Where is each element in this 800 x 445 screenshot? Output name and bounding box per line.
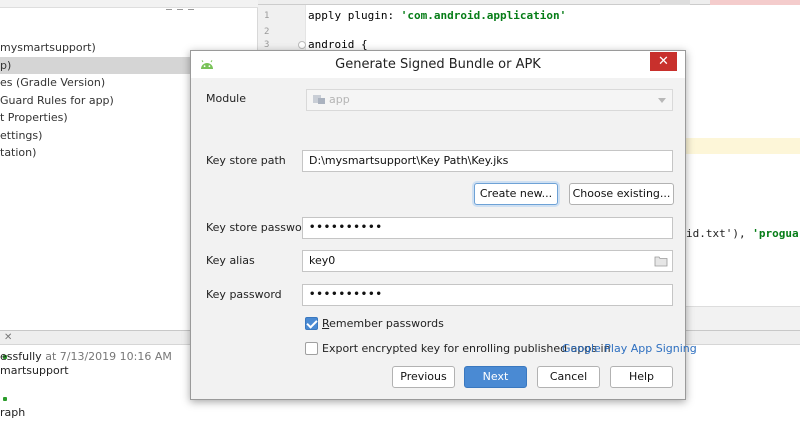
code-line-partial: id.txt'), 'proguar: [686, 226, 800, 242]
editor-tab-modified[interactable]: [710, 0, 800, 5]
remember-passwords-checkbox[interactable]: [305, 317, 318, 330]
line-number: 1: [264, 11, 270, 21]
code-string: 'proguar: [752, 227, 800, 240]
fold-marker-icon[interactable]: [298, 41, 306, 49]
build-status-time: at 7/13/2019 10:16 AM: [41, 350, 172, 363]
key-alias-input[interactable]: key0: [302, 250, 673, 272]
create-new-button[interactable]: Create new...: [474, 183, 558, 205]
tree-item-label: Guard Rules for app): [0, 93, 114, 107]
key-store-path-input[interactable]: D:\mysmartsupport\Key Path\Key.jks: [302, 150, 673, 172]
build-project-row[interactable]: martsupport: [0, 363, 69, 379]
code-plain: apply plugin:: [308, 9, 401, 22]
key-store-password-input[interactable]: ••••••••••: [302, 217, 673, 239]
module-folder-icon: [313, 95, 325, 104]
tree-item-label: tation): [0, 146, 37, 159]
remember-passwords-label[interactable]: Remember passwords: [322, 316, 444, 332]
folder-icon[interactable]: [654, 255, 668, 267]
tree-item-label: t Properties): [0, 111, 68, 124]
help-button[interactable]: Help: [610, 366, 673, 388]
build-status-text: essfully: [0, 350, 42, 363]
close-button[interactable]: ✕: [650, 52, 677, 71]
module-label: Module: [206, 92, 246, 105]
code-text: apply plugin: 'com.android.application': [308, 8, 566, 24]
key-alias-label: Key alias: [206, 254, 255, 267]
build-project-name: martsupport: [0, 364, 69, 377]
tree-item-label: mysmartsupport): [0, 41, 96, 54]
code-string: 'com.android.application': [400, 9, 567, 22]
editor-tab[interactable]: [660, 0, 690, 5]
cancel-button[interactable]: Cancel: [537, 366, 600, 388]
chevron-down-icon: [658, 98, 666, 103]
choose-existing-button[interactable]: Choose existing...: [569, 183, 674, 205]
next-button[interactable]: Next: [464, 366, 527, 388]
editor-tab-bar: [258, 0, 800, 5]
key-alias-value: key0: [309, 254, 336, 267]
dialog-titlebar[interactable]: Generate Signed Bundle or APK ✕: [191, 51, 685, 78]
generate-signed-dialog: Generate Signed Bundle or APK ✕ Module a…: [190, 50, 697, 400]
tree-item-label: p): [0, 58, 12, 72]
export-encrypted-checkbox[interactable]: [305, 342, 318, 355]
project-panel-toolbar: [0, 0, 258, 10]
key-store-password-label: Key store password: [206, 221, 313, 234]
previous-button[interactable]: Previous: [392, 366, 455, 388]
key-store-path-label: Key store path: [206, 154, 286, 167]
code-plain: id.txt'),: [686, 227, 753, 240]
build-graph-row[interactable]: raph: [0, 405, 25, 421]
tree-item-label: ettings): [0, 128, 43, 142]
build-item-icon: [3, 397, 7, 401]
build-graph-label: raph: [0, 406, 26, 419]
module-value: app: [329, 93, 350, 106]
remember-passwords-text: emember passwords: [329, 317, 444, 330]
module-select[interactable]: app: [306, 89, 673, 111]
toolbar-marks: [166, 0, 206, 10]
close-icon[interactable]: ✕: [4, 331, 12, 345]
key-password-label: Key password: [206, 288, 282, 301]
dialog-title: Generate Signed Bundle or APK: [335, 57, 541, 72]
key-password-input[interactable]: ••••••••••: [302, 284, 673, 306]
google-play-app-signing-link[interactable]: Google Play App Signing: [562, 341, 697, 357]
tree-item-label: es (Gradle Version): [0, 76, 106, 89]
